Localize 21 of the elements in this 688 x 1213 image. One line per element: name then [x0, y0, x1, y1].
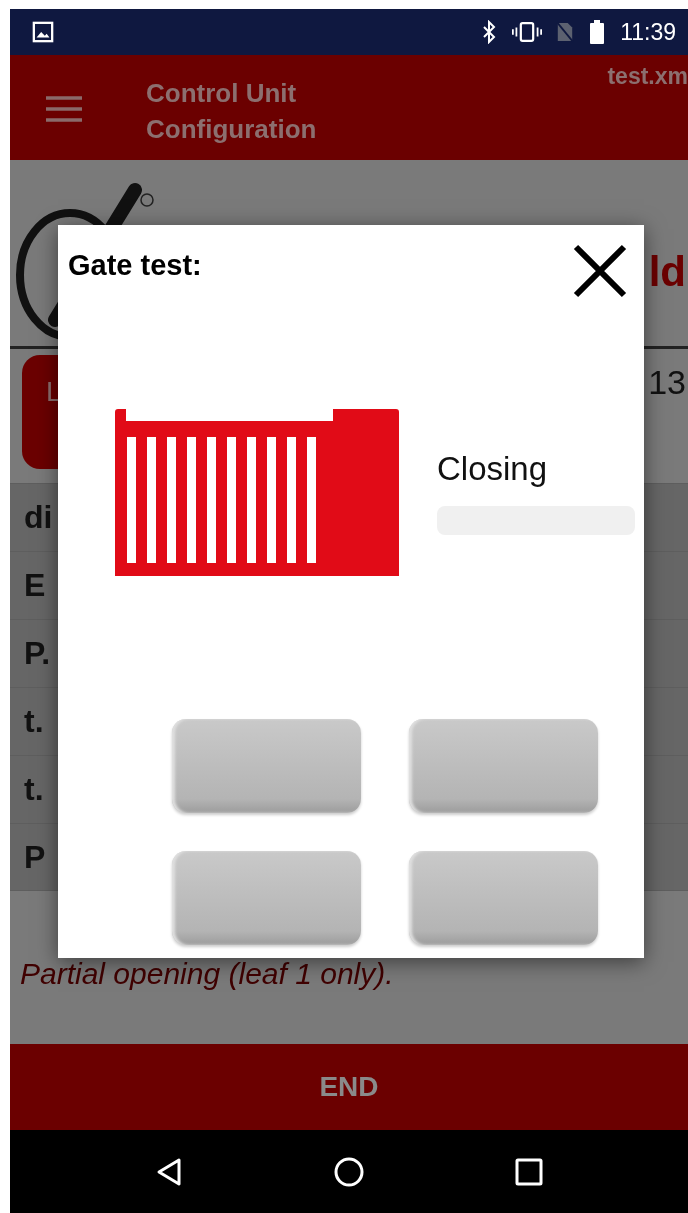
control-button[interactable]	[172, 719, 361, 813]
hint-text: Partial opening (leaf 1 only).	[20, 957, 394, 991]
file-name: test.xm	[607, 63, 688, 90]
dialog-title: Gate test:	[68, 249, 202, 282]
app-title: Control Unit Configuration	[146, 77, 318, 146]
gate-status: Closing	[437, 450, 549, 488]
value-text: 13	[648, 363, 686, 402]
home-icon[interactable]	[334, 1156, 364, 1187]
control-button[interactable]	[172, 851, 361, 945]
battery-icon	[588, 20, 607, 44]
close-icon[interactable]	[572, 243, 628, 299]
control-button[interactable]	[409, 719, 598, 813]
recents-icon[interactable]	[514, 1156, 544, 1187]
menu-icon[interactable]	[46, 95, 82, 123]
end-button[interactable]: END	[10, 1044, 688, 1130]
vibrate-icon	[512, 20, 543, 44]
control-button[interactable]	[409, 851, 598, 945]
no-sim-icon	[556, 20, 575, 44]
image-icon	[32, 21, 54, 43]
heading-text: ld	[648, 248, 686, 296]
clock-time: 11:39	[620, 18, 676, 46]
